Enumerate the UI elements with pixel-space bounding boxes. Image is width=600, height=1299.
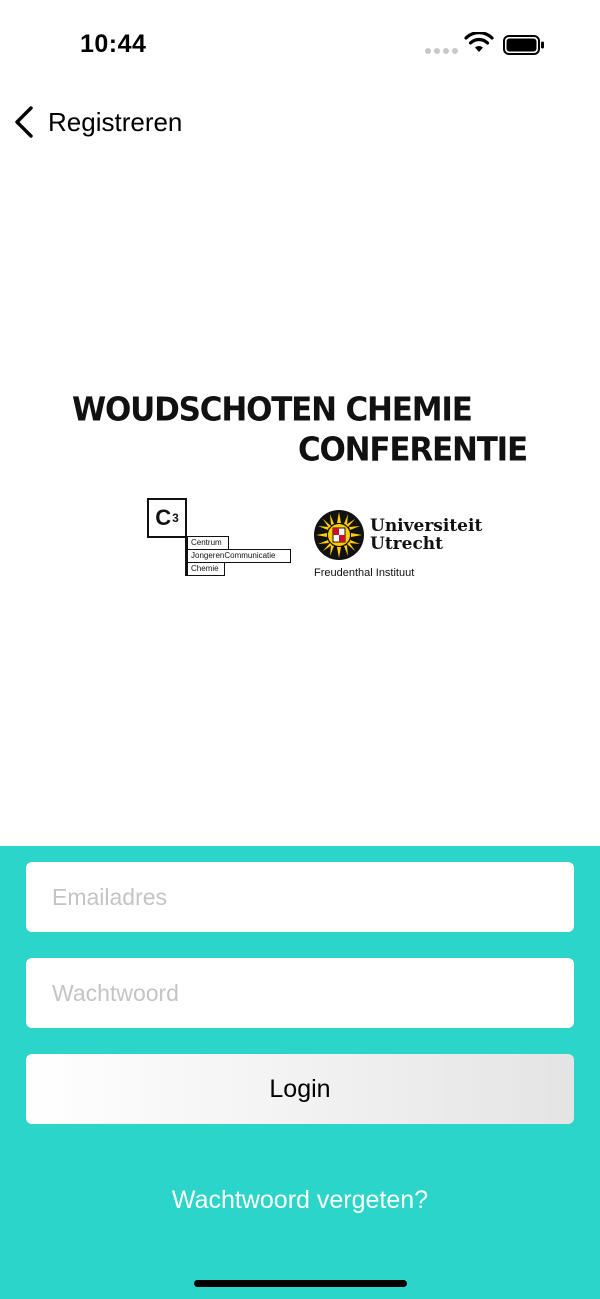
password-input[interactable]	[26, 958, 574, 1028]
chevron-left-icon	[15, 106, 33, 138]
back-button-label: Registreren	[48, 106, 183, 137]
battery-icon	[503, 35, 544, 55]
login-button[interactable]: Login	[26, 1054, 574, 1124]
university-seal-icon	[314, 510, 364, 560]
home-indicator[interactable]	[194, 1280, 407, 1287]
utrecht-university-logo: Universiteit Utrecht Freudenthal Institu…	[313, 509, 483, 584]
c3-row-chemie: Chemie	[187, 562, 225, 576]
c3-mark: C3	[147, 498, 187, 538]
institute-name: Freudenthal Instituut	[314, 567, 415, 579]
c3-row-centrum: Centrum	[187, 536, 229, 550]
c3-row-jongeren: JongerenCommunicatie	[187, 549, 291, 563]
wifi-icon	[464, 32, 494, 52]
login-screen: 10:44 Registreren WOUDSCHOTEN CHEMIE CON…	[0, 0, 600, 1299]
conference-logo-line1: WOUDSCHOTEN CHEMIE	[72, 391, 473, 429]
conference-logo: WOUDSCHOTEN CHEMIE CONFERENTIE	[72, 390, 528, 470]
c3-logo: C3 Centrum JongerenCommunicatie Chemie	[147, 498, 292, 578]
back-button[interactable]: Registreren	[12, 100, 182, 144]
university-name: Universiteit Utrecht	[370, 516, 483, 554]
status-bar: 10:44	[0, 0, 600, 90]
cellular-signal-icon	[425, 48, 458, 54]
status-time: 10:44	[80, 30, 147, 58]
conference-logo-line2: CONFERENTIE	[297, 431, 528, 469]
login-panel: Login Wachtwoord vergeten?	[0, 846, 600, 1299]
forgot-password-link[interactable]: Wachtwoord vergeten?	[0, 1186, 600, 1215]
email-input[interactable]	[26, 862, 574, 932]
